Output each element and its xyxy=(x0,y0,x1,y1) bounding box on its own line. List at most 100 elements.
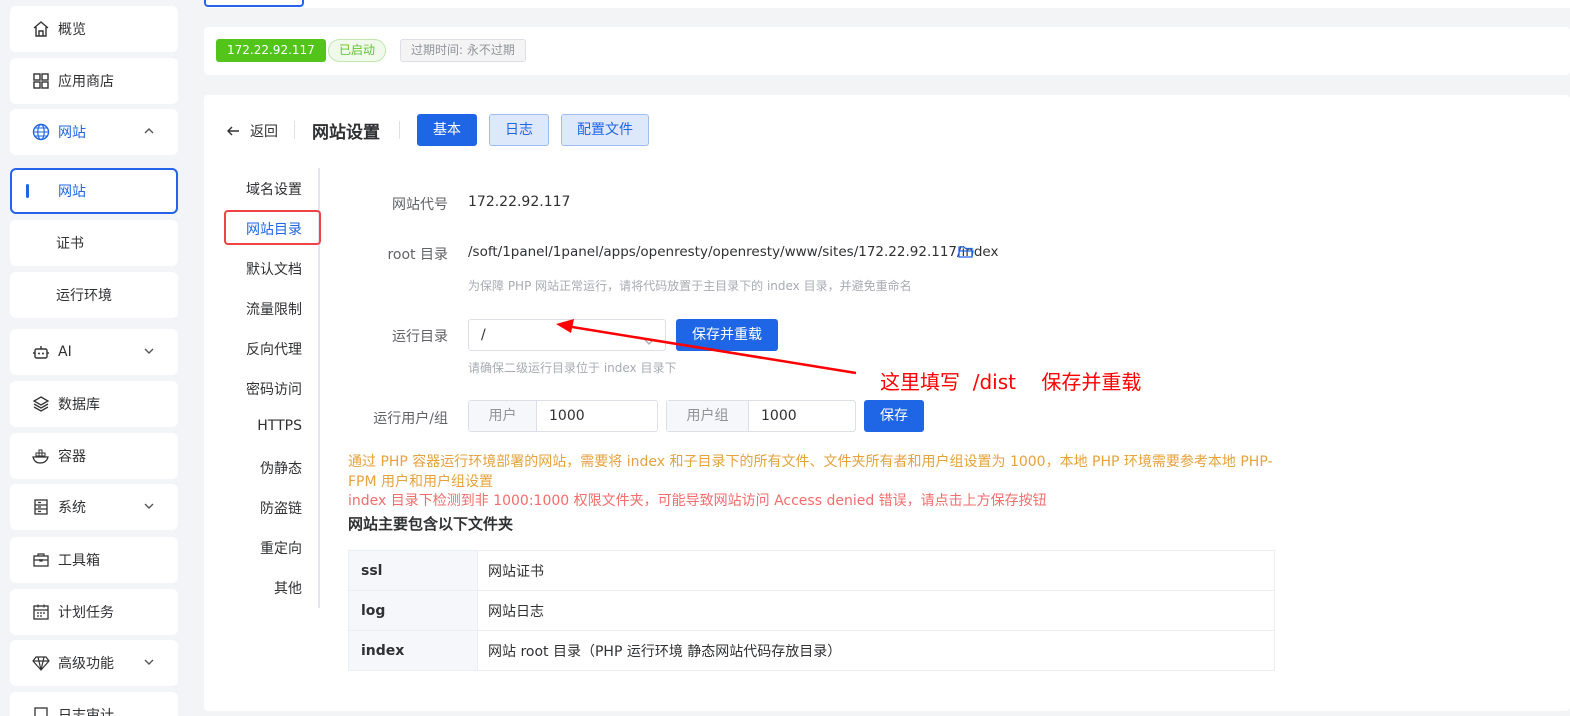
root-dir-value: /soft/1panel/1panel/apps/openresty/openr… xyxy=(468,244,999,260)
sidebar-item-label: 数据库 xyxy=(58,397,100,413)
robot-icon xyxy=(32,343,50,361)
chevron-down-icon xyxy=(142,655,156,669)
submenu-domain[interactable]: 域名设置 xyxy=(246,179,302,199)
sidebar-item-website[interactable]: 网站 xyxy=(10,109,178,155)
folder-name: ssl xyxy=(348,550,478,591)
folder-name: index xyxy=(348,630,478,671)
server-icon xyxy=(32,498,50,516)
back-button[interactable]: 返回 xyxy=(226,121,278,141)
folder-desc: 网站证书 xyxy=(477,550,1275,591)
settings-panel: 返回 网站设置 基本 日志 配置文件 域名设置 网站目录 默认文档 流量限制 反… xyxy=(204,95,1570,711)
folder-open-icon[interactable] xyxy=(958,245,974,263)
sidebar-item-app-store[interactable]: 应用商店 xyxy=(10,58,178,104)
top-tab-strip xyxy=(204,0,1570,8)
annotation-text: 这里填写 /dist 保存并重载 xyxy=(880,370,1142,394)
submenu-password-access[interactable]: 密码访问 xyxy=(246,379,302,399)
active-indicator xyxy=(26,184,29,198)
submenu-reverse-proxy[interactable]: 反向代理 xyxy=(246,339,302,359)
page-title: 网站设置 xyxy=(312,123,380,143)
sidebar: 概览 应用商店 网站 网站 证书 运行环境 AI 数据库 容器 系统 工具箱 计… xyxy=(0,0,186,716)
table-row: ssl 网站证书 xyxy=(348,550,1275,591)
submenu-rewrite[interactable]: 伪静态 xyxy=(260,458,302,478)
site-code-value: 172.22.92.117 xyxy=(468,194,571,210)
submenu-other[interactable]: 其他 xyxy=(274,578,302,598)
status-bar: 172.22.92.117 已启动 过期时间: 永不过期 xyxy=(204,27,1570,75)
sidebar-subitem-certificate[interactable]: 证书 xyxy=(10,220,178,266)
site-code-label: 网站代号 xyxy=(392,197,448,213)
sidebar-item-label: AI xyxy=(58,344,72,360)
run-dir-label: 运行目录 xyxy=(392,329,448,345)
save-reload-button[interactable]: 保存并重载 xyxy=(676,319,778,351)
sidebar-item-label: 概览 xyxy=(58,22,86,38)
root-dir-hint: 为保障 PHP 网站正常运行，请将代码放置于主目录下的 index 目录，并避免… xyxy=(468,279,912,293)
table-row: index 网站 root 目录（PHP 运行环境 静态网站代码存放目录） xyxy=(348,630,1275,671)
sidebar-item-system[interactable]: 系统 xyxy=(10,484,178,530)
back-label: 返回 xyxy=(250,124,278,140)
calendar-icon xyxy=(32,603,50,621)
sidebar-item-container[interactable]: 容器 xyxy=(10,433,178,479)
home-icon xyxy=(32,20,50,38)
sidebar-item-label: 工具箱 xyxy=(58,553,100,569)
folder-name: log xyxy=(348,590,478,631)
ip-tag: 172.22.92.117 xyxy=(216,39,326,62)
sidebar-subitem-label: 网站 xyxy=(58,184,86,200)
sidebar-item-cron[interactable]: 计划任务 xyxy=(10,589,178,635)
run-dir-select[interactable]: / xyxy=(468,319,666,351)
sidebar-item-advanced[interactable]: 高级功能 xyxy=(10,640,178,686)
chevron-down-icon xyxy=(643,329,655,359)
toolbox-icon xyxy=(32,551,50,569)
root-dir-label: root 目录 xyxy=(387,247,448,263)
sidebar-item-log-audit[interactable]: 日志审计 xyxy=(10,692,178,716)
layers-icon xyxy=(32,395,50,413)
run-user-label: 运行用户/组 xyxy=(373,411,448,427)
arrow-left-icon xyxy=(227,126,239,136)
sidebar-subitem-label: 运行环境 xyxy=(56,288,112,304)
group-prefix: 用户组 xyxy=(667,401,749,431)
sidebar-item-label: 网站 xyxy=(58,125,86,141)
expire-tag: 过期时间: 永不过期 xyxy=(400,39,526,62)
save-button[interactable]: 保存 xyxy=(864,400,924,432)
docker-icon xyxy=(32,447,50,465)
submenu-site-directory[interactable]: 网站目录 xyxy=(246,219,302,239)
user-prefix: 用户 xyxy=(469,401,537,431)
folders-table: ssl 网站证书 log 网站日志 index 网站 root 目录（PHP 运… xyxy=(348,550,1275,671)
chevron-up-icon xyxy=(142,124,156,138)
php-permission-warning: 通过 PHP 容器运行环境部署的网站，需要将 index 和子目录下的所有文件、… xyxy=(348,454,1273,490)
tab-basic[interactable]: 基本 xyxy=(417,114,477,146)
chevron-down-icon xyxy=(142,344,156,358)
sidebar-subitem-website[interactable]: 网站 xyxy=(10,168,178,214)
sidebar-item-label: 计划任务 xyxy=(58,605,114,621)
diamond-icon xyxy=(32,654,50,672)
sidebar-item-label: 日志审计 xyxy=(58,708,114,716)
folder-desc: 网站日志 xyxy=(477,590,1275,631)
sidebar-subitem-label: 证书 xyxy=(56,236,84,252)
tab-config-file[interactable]: 配置文件 xyxy=(561,114,649,146)
tab-log[interactable]: 日志 xyxy=(489,114,549,146)
sidebar-item-toolbox[interactable]: 工具箱 xyxy=(10,537,178,583)
grid-icon xyxy=(32,72,50,90)
group-input-group: 用户组 1000 xyxy=(666,400,856,432)
divider xyxy=(399,121,400,139)
run-dir-value: / xyxy=(481,327,486,343)
submenu-rate-limit[interactable]: 流量限制 xyxy=(246,299,302,319)
group-input[interactable]: 1000 xyxy=(749,401,797,431)
sidebar-item-database[interactable]: 数据库 xyxy=(10,381,178,427)
log-icon xyxy=(32,706,50,716)
submenu-default-doc[interactable]: 默认文档 xyxy=(246,259,302,279)
sidebar-subitem-runtime[interactable]: 运行环境 xyxy=(10,272,178,318)
sidebar-item-ai[interactable]: AI xyxy=(10,329,178,375)
settings-submenu: 域名设置 网站目录 默认文档 流量限制 反向代理 密码访问 HTTPS 伪静态 … xyxy=(224,168,321,608)
user-input-group: 用户 1000 xyxy=(468,400,658,432)
sidebar-item-label: 系统 xyxy=(58,500,86,516)
submenu-hotlink[interactable]: 防盗链 xyxy=(260,498,302,518)
sidebar-item-overview[interactable]: 概览 xyxy=(10,6,178,52)
globe-icon xyxy=(32,123,50,141)
user-input[interactable]: 1000 xyxy=(537,401,585,431)
sidebar-item-label: 容器 xyxy=(58,449,86,465)
sidebar-item-label: 应用商店 xyxy=(58,74,114,90)
submenu-redirect[interactable]: 重定向 xyxy=(260,538,302,558)
submenu-https[interactable]: HTTPS xyxy=(257,418,302,434)
folder-desc: 网站 root 目录（PHP 运行环境 静态网站代码存放目录） xyxy=(477,630,1275,671)
chevron-down-icon xyxy=(142,499,156,513)
sidebar-item-label: 高级功能 xyxy=(58,656,114,672)
